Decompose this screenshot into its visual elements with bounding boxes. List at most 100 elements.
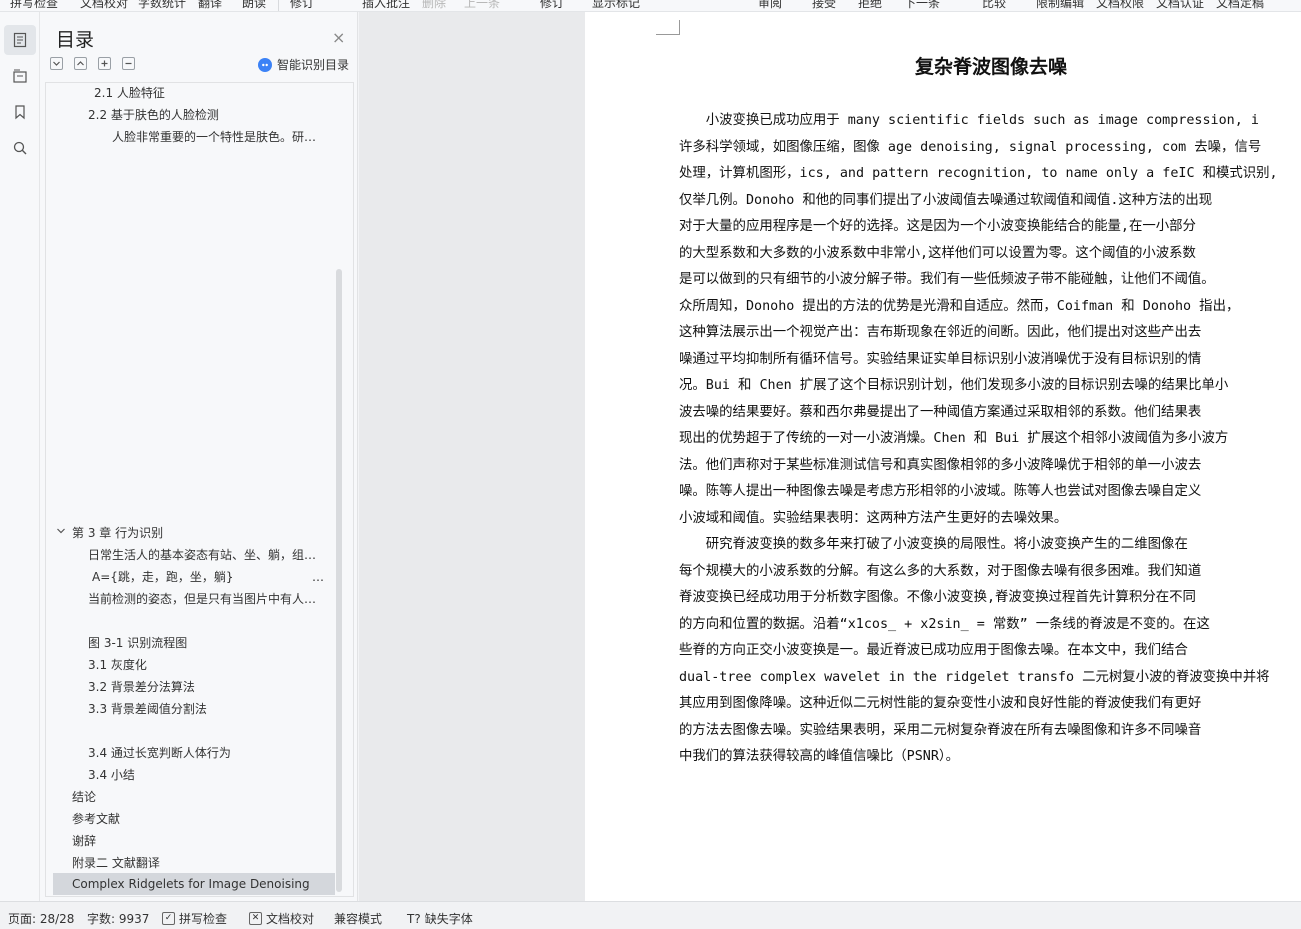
expand-all-icon[interactable] [74, 57, 87, 70]
word-count[interactable]: 字数: 9937 [87, 910, 149, 927]
toc-item-chapter-3[interactable]: 第 3 章 行为识别 [72, 525, 322, 541]
document-line[interactable]: 众所周知，Donoho 提出的方法的优势是光滑和自适应。然而，Coifman 和… [679, 294, 1239, 314]
toc-item-2-2[interactable]: 2.2 基于肤色的人脸检测 [88, 107, 328, 123]
compat-mode[interactable]: 兼容模式 [334, 910, 382, 927]
collapse-level-icon[interactable] [122, 57, 135, 70]
toolbar-accept[interactable]: 接受 [812, 0, 836, 11]
toc-list: 2.1 人脸特征 2.2 基于肤色的人脸检测 人脸非常重要的一个特性是肤色。研…… [45, 82, 354, 897]
side-icon-rail [0, 12, 40, 901]
toc-item-3-4-summary[interactable]: 3.4 小结 [88, 767, 324, 783]
toc-item-2-1[interactable]: 2.1 人脸特征 [94, 85, 334, 101]
document-line[interactable]: 法。他们声称对于某些标准测试信号和真实图像相邻的多小波降噪优于相邻的单一小波去 [679, 453, 1201, 473]
document-title: 复杂脊波图像去噪 [914, 56, 1067, 78]
toolbar-insert-comment[interactable]: 插入批注 [362, 0, 410, 11]
toolbar-wordcount[interactable]: 字数统计 [138, 0, 186, 11]
document-line[interactable]: 小波变换已成功应用于 many scientific fields such a… [679, 108, 1259, 128]
page-indicator[interactable]: 页面: 28/28 [8, 910, 74, 927]
document-line[interactable]: 其应用到图像降噪。这种近似二元树性能的复杂变性小波和良好性能的脊波使我们有更好 [679, 691, 1201, 711]
toolbar-spellcheck[interactable]: 拼写检查 [10, 0, 58, 11]
toc-item-figure-3-1[interactable]: 图 3-1 识别流程图 [88, 635, 324, 651]
toc-item-3-3[interactable]: 3.3 背景差阈值分割法 [88, 701, 324, 717]
collapse-all-icon[interactable] [50, 57, 63, 70]
bookmark-icon[interactable] [4, 97, 36, 127]
toc-item-appendix-2[interactable]: 附录二 文献翻译 [72, 855, 322, 871]
toc-item-conclusion[interactable]: 结论 [72, 789, 322, 805]
document-line[interactable]: 现出的优势超于了传统的一对一小波消燥。Chen 和 Bui 扩展这个相邻小波阈值… [679, 426, 1228, 446]
proofread-icon: ✕ [249, 912, 262, 925]
toolbar-track-changes[interactable]: 修订 [540, 0, 564, 11]
missing-font-status[interactable]: T? 缺失字体 [407, 910, 473, 927]
document-line[interactable]: 中我们的算法获得较高的峰值信噪比（PSNR）。 [679, 744, 959, 764]
toc-panel-title: 目录 [56, 29, 95, 51]
navigation-icon[interactable] [4, 61, 36, 91]
document-line[interactable]: 的方向和位置的数据。沿着“x1cos_ + x2sin_ = 常数” 一条线的脊… [679, 612, 1210, 632]
toc-scrollbar[interactable] [336, 269, 342, 892]
toolbar-doc-finalize[interactable]: 文档定稿 [1216, 0, 1264, 11]
toolbar-doc-certify[interactable]: 文档认证 [1156, 0, 1204, 11]
document-line[interactable]: 许多科学领域，如图像压缩，图像 age denoising, signal pr… [679, 135, 1261, 155]
toolbar-show-markup[interactable]: 显示标记 [592, 0, 640, 11]
toolbar-revision-mode[interactable]: 修订 [290, 0, 314, 11]
toc-panel: 目录 × 智能识别目录 2.1 人脸特征 2.2 基于肤色的人脸检测 人脸非常重… [40, 12, 358, 901]
toc-item-references[interactable]: 参考文献 [72, 811, 322, 827]
search-icon[interactable] [4, 133, 36, 163]
toolbar-next-change[interactable]: 下一条 [904, 0, 940, 11]
document-line[interactable]: 小波域和阈值。实验结果表明：这两种方法产生更好的去噪效果。 [679, 506, 1067, 526]
spellcheck-status[interactable]: ✓ 拼写检查 [162, 910, 227, 927]
document-line[interactable]: 的方法去图像去噪。实验结果表明，采用二元树复杂脊波在所有去噪图像和许多不同噪音 [679, 718, 1201, 738]
status-bar: 页面: 28/28 字数: 9937 ✓ 拼写检查 ✕ 文档校对 兼容模式 T?… [0, 901, 1301, 929]
close-icon[interactable]: × [332, 28, 345, 47]
toolbar-restrict-editing[interactable]: 限制编辑 [1036, 0, 1084, 11]
toolbar-translate[interactable]: 翻译 [198, 0, 222, 11]
document-line[interactable]: 这种算法展示出一个视觉产出：吉布斯现象在邻近的间断。因此，他们提出对这些产出去 [679, 320, 1201, 340]
spellcheck-label: 拼写检查 [179, 912, 228, 926]
document-line[interactable]: 些脊的方向正交小波变换是一。最近脊波已成功应用于图像去噪。在本文中，我们结合 [679, 638, 1188, 658]
toc-item-3-2[interactable]: 3.2 背景差分法算法 [88, 679, 324, 695]
toolbar-delete-comment[interactable]: 删除 [422, 0, 446, 11]
document-line[interactable]: 脊波变换已经成功用于分析数字图像。不像小波变换,脊波变换过程首先计算积分在不同 [679, 585, 1196, 605]
page-corner-mark [656, 20, 680, 35]
wps-writer-window: 拼写检查 文档校对 字数统计 翻译 朗读 修订 插入批注 删除 上一条 修订 显… [0, 0, 1301, 929]
smart-toc-label: 智能识别目录 [277, 58, 350, 72]
document-line[interactable]: 况。Bui 和 Chen 扩展了这个目标识别计划，他们发现多小波的目标识别去噪的… [679, 373, 1228, 393]
toolbar-review[interactable]: 审阅 [758, 0, 782, 11]
document-line[interactable]: 波去噪的结果要好。蔡和西尔弗曼提出了一种阈值方案通过采取相邻的系数。他们结果表 [679, 400, 1201, 420]
toolbar-reject[interactable]: 拒绝 [858, 0, 882, 11]
toolbar-read-aloud[interactable]: 朗读 [242, 0, 266, 11]
toolbar-separator [278, 0, 279, 11]
review-toolbar: 拼写检查 文档校对 字数统计 翻译 朗读 修订 插入批注 删除 上一条 修订 显… [0, 0, 1301, 12]
document-line[interactable]: dual-tree complex wavelet in the ridgele… [679, 665, 1270, 685]
toolbar-proofread[interactable]: 文档校对 [80, 0, 128, 11]
toc-item-complex-ridgelets[interactable]: Complex Ridgelets for Image Denoising [53, 873, 335, 895]
document-line[interactable]: 处理，计算机图形，ics, and pattern recognition, t… [679, 161, 1278, 181]
toolbar-compare[interactable]: 比较 [982, 0, 1006, 11]
chevron-down-icon[interactable] [56, 526, 66, 539]
check-icon: ✓ [162, 912, 175, 925]
toc-item-current-posture[interactable]: 当前检测的姿态，但是只有当图片中有人… [88, 591, 324, 607]
toc-icon[interactable] [4, 25, 36, 55]
document-line[interactable]: 噪。陈等人提出一种图像去噪是考虑方形相邻的小波域。陈等人也尝试对图像去噪自定义 [679, 479, 1201, 499]
toc-item-acknowledgements[interactable]: 谢辞 [72, 833, 322, 849]
document-line[interactable]: 的大型系数和大多数的小波系数中非常小,这样他们可以设置为零。这个阈值的小波系数 [679, 241, 1196, 261]
document-line[interactable]: 仅举几例。Donoho 和他的同事们提出了小波阈值去噪通过软阈值和阈值.这种方法… [679, 188, 1212, 208]
expand-level-icon[interactable] [98, 57, 111, 70]
toc-item-skin-paragraph[interactable]: 人脸非常重要的一个特性是肤色。研… [112, 129, 324, 145]
smart-recognition-icon [258, 57, 272, 72]
toc-item-3-1[interactable]: 3.1 灰度化 [88, 657, 324, 673]
toc-item-posture-set[interactable]: A={跳，走，跑，坐，躺} [92, 569, 292, 585]
toolbar-prev-comment[interactable]: 上一条 [464, 0, 500, 11]
toc-item-ellipsis: … [312, 570, 324, 584]
document-line[interactable]: 是可以做到的只有细节的小波分解子带。我们有一些低频波子带不能碰触，让他们不阈值。 [679, 267, 1215, 287]
toc-item-3-4-behavior[interactable]: 3.4 通过长宽判断人体行为 [88, 745, 324, 761]
toc-item-daily-postures[interactable]: 日常生活人的基本姿态有站、坐、躺，组… [88, 547, 324, 563]
proofread-status[interactable]: ✕ 文档校对 [249, 910, 314, 927]
font-warning-icon: T? [407, 911, 421, 926]
smart-toc-button[interactable]: 智能识别目录 [258, 56, 349, 73]
document-line[interactable]: 研究脊波变换的数多年来打破了小波变换的局限性。将小波变换产生的二维图像在 [679, 532, 1188, 552]
document-line[interactable]: 每个规模大的小波系数的分解。有这么多的大系数，对于图像去噪有很多困难。我们知道 [679, 559, 1201, 579]
document-line[interactable]: 噪通过平均抑制所有循环信号。实验结果证实单目标识别小波消噪优于没有目标识别的情 [679, 347, 1201, 367]
document-line[interactable]: 对于大量的应用程序是一个好的选择。这是因为一个小波变换能结合的能量,在一小部分 [679, 214, 1196, 234]
missing-font-label: 缺失字体 [424, 912, 473, 926]
toolbar-doc-permission[interactable]: 文档权限 [1096, 0, 1144, 11]
proofread-label: 文档校对 [266, 912, 315, 926]
